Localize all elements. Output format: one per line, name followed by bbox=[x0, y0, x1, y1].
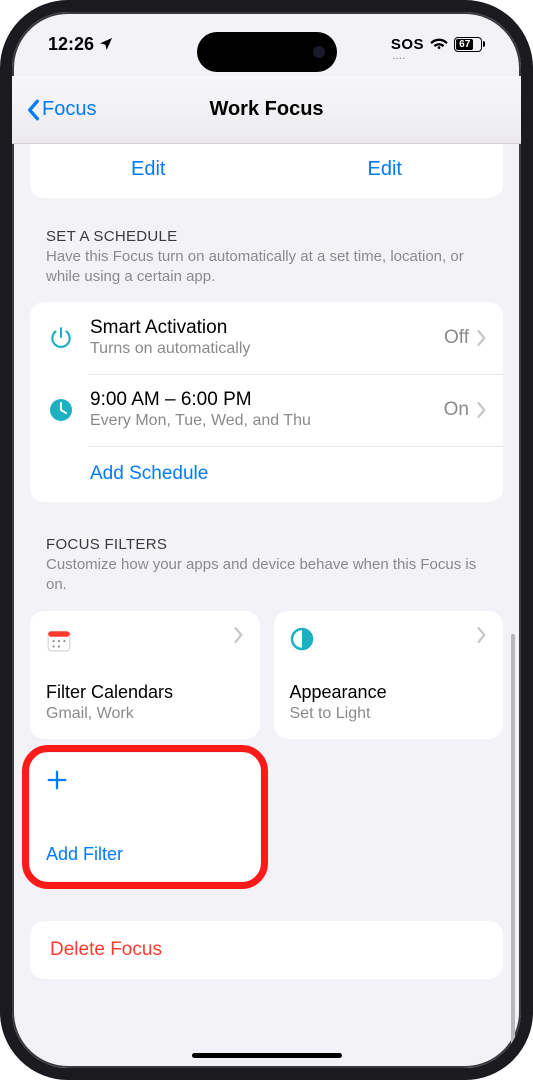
add-filter-label: Add Filter bbox=[46, 844, 244, 865]
smart-activation-title: Smart Activation bbox=[90, 317, 444, 339]
add-schedule-label: Add Schedule bbox=[46, 463, 208, 485]
schedule-card: Smart Activation Turns on automatically … bbox=[30, 302, 503, 502]
filter-calendars-card[interactable]: Filter Calendars Gmail, Work bbox=[30, 611, 260, 739]
location-icon bbox=[98, 36, 114, 52]
status-time: 12:26 bbox=[48, 34, 94, 55]
filter-appearance-title: Appearance bbox=[290, 682, 488, 703]
chevron-right-icon bbox=[477, 627, 487, 643]
delete-focus-label: Delete Focus bbox=[50, 939, 162, 960]
appearance-icon bbox=[290, 627, 316, 653]
edit-button-1[interactable]: Edit bbox=[131, 158, 165, 181]
back-button[interactable]: Focus bbox=[26, 98, 96, 121]
chevron-right-icon bbox=[234, 627, 244, 643]
clock-icon bbox=[46, 395, 76, 425]
chevron-right-icon bbox=[477, 330, 487, 346]
filter-calendars-title: Filter Calendars bbox=[46, 682, 244, 703]
chevron-left-icon bbox=[26, 99, 40, 121]
delete-focus-button[interactable]: Delete Focus bbox=[30, 921, 503, 979]
filters-desc: Customize how your apps and device behav… bbox=[46, 555, 487, 596]
scroll-indicator[interactable] bbox=[511, 634, 515, 1056]
wifi-icon bbox=[430, 37, 448, 51]
smart-activation-state: Off bbox=[444, 327, 469, 349]
top-edit-card: Edit Edit bbox=[30, 144, 503, 198]
filter-calendars-sub: Gmail, Work bbox=[46, 705, 244, 723]
add-filter-card[interactable]: Add Filter bbox=[30, 753, 260, 881]
power-icon bbox=[46, 323, 76, 353]
filter-appearance-card[interactable]: Appearance Set to Light bbox=[274, 611, 504, 739]
time-schedule-row[interactable]: 9:00 AM – 6:00 PM Every Mon, Tue, Wed, a… bbox=[30, 374, 503, 446]
time-schedule-sub: Every Mon, Tue, Wed, and Thu bbox=[90, 412, 444, 430]
filter-appearance-sub: Set to Light bbox=[290, 705, 488, 723]
page-title: Work Focus bbox=[209, 98, 323, 121]
battery-icon: 67 bbox=[454, 37, 485, 52]
battery-level: 67 bbox=[456, 39, 473, 50]
filters-header: FOCUS FILTERS bbox=[46, 536, 487, 553]
time-schedule-title: 9:00 AM – 6:00 PM bbox=[90, 389, 444, 411]
schedule-header: SET A SCHEDULE bbox=[46, 228, 487, 245]
add-schedule-row[interactable]: Add Schedule bbox=[30, 446, 503, 502]
dynamic-island bbox=[197, 32, 337, 72]
schedule-desc: Have this Focus turn on automatically at… bbox=[46, 247, 487, 288]
smart-activation-sub: Turns on automatically bbox=[90, 340, 444, 358]
calendar-icon bbox=[46, 627, 72, 653]
smart-activation-row[interactable]: Smart Activation Turns on automatically … bbox=[30, 302, 503, 374]
chevron-right-icon bbox=[477, 402, 487, 418]
edit-button-2[interactable]: Edit bbox=[368, 158, 402, 181]
time-schedule-state: On bbox=[444, 399, 469, 421]
status-sos: SOS bbox=[391, 36, 424, 53]
plus-icon bbox=[46, 769, 68, 791]
home-indicator[interactable] bbox=[192, 1053, 342, 1058]
nav-bar: Focus Work Focus bbox=[12, 76, 521, 144]
back-label: Focus bbox=[42, 98, 96, 121]
